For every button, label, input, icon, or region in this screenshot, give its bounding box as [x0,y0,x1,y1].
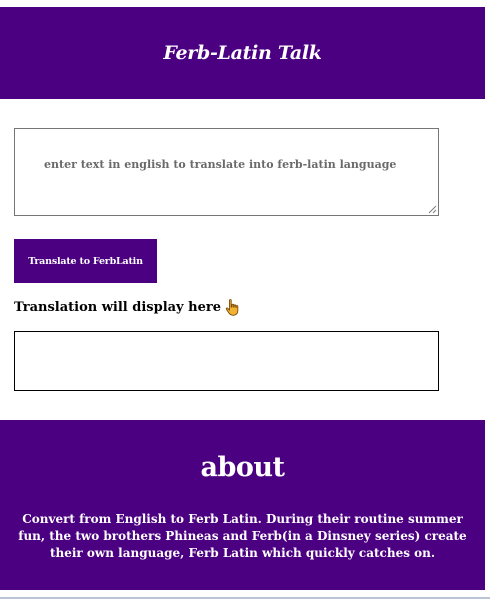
page-header: Ferb-Latin Talk [0,7,485,99]
translation-label-row: Translation will display here [14,299,239,316]
page-bottom-divider [0,597,490,599]
translate-button[interactable]: Translate to FerbLatin [14,239,157,283]
about-title: about [200,452,285,483]
translation-label: Translation will display here [14,300,221,315]
about-description: Convert from English to Ferb Latin. Duri… [18,512,467,560]
page-title: Ferb-Latin Talk [163,42,322,64]
about-section: about Convert from English to Ferb Latin… [0,420,485,590]
english-text-input[interactable] [14,128,439,216]
translation-output-box [14,331,439,391]
pointing-down-hand-icon [225,299,239,316]
